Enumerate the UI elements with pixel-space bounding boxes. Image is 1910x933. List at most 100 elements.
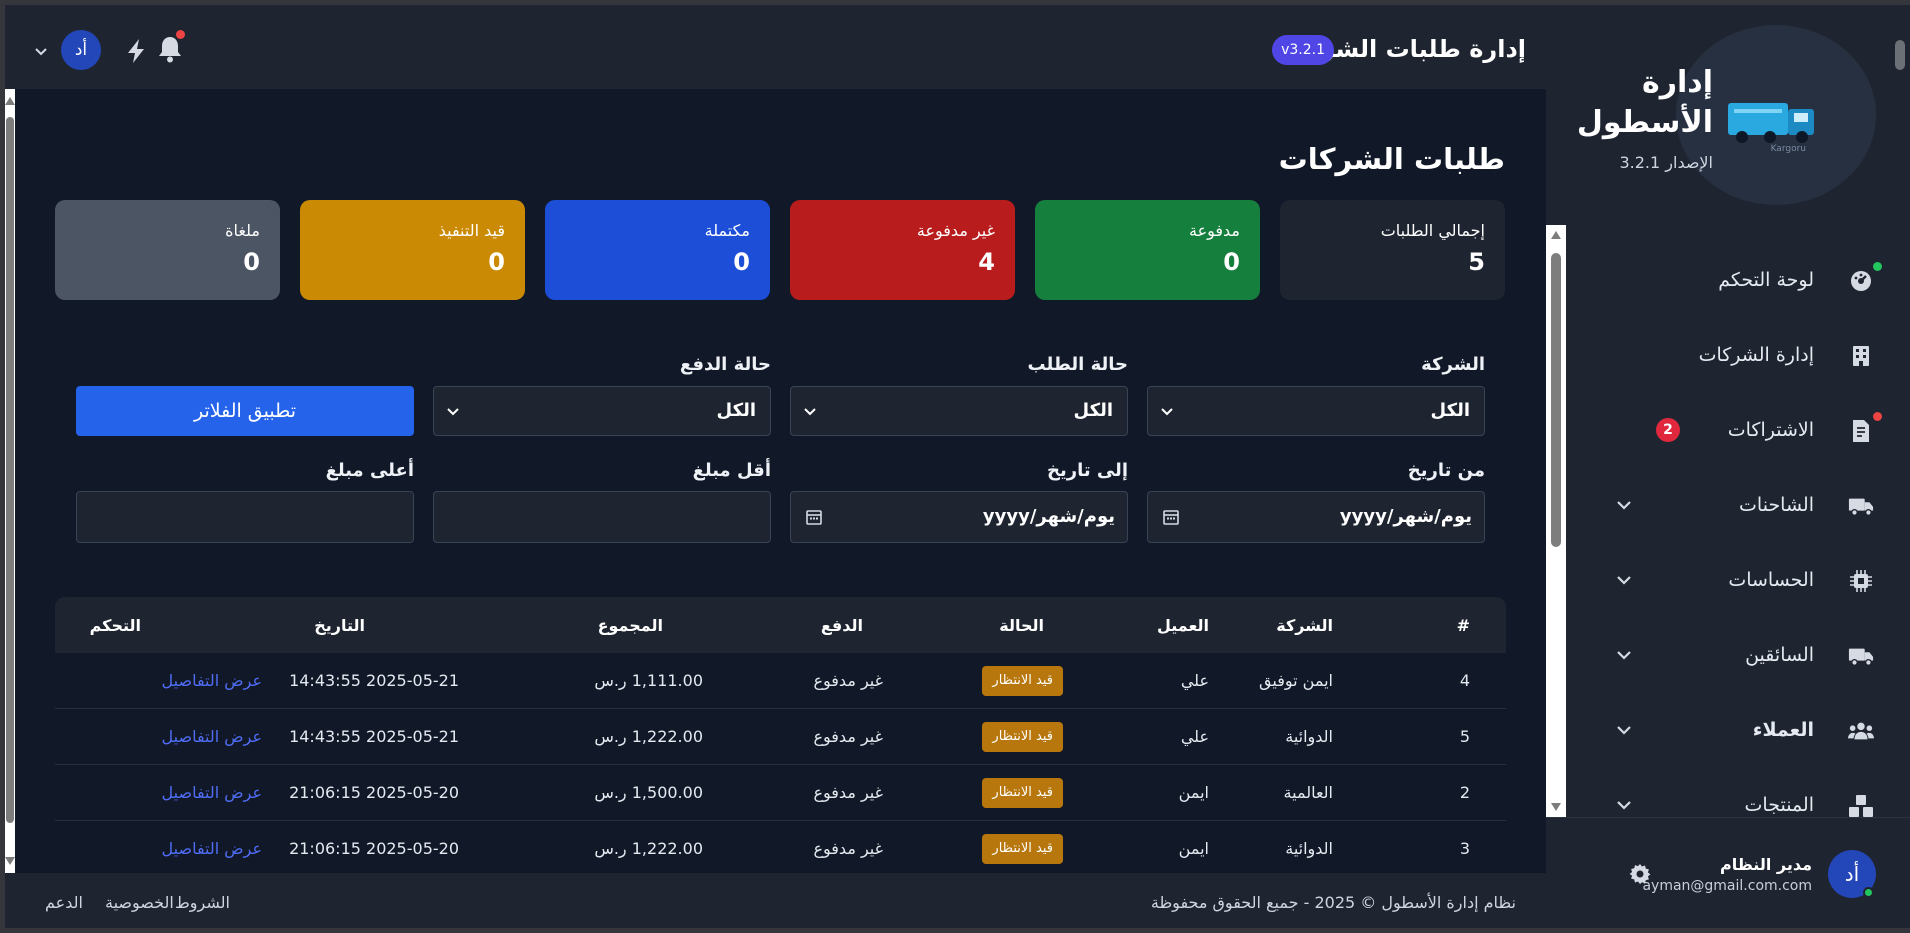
header-avatar[interactable]: أد <box>61 30 101 70</box>
notifications-bell-icon[interactable] <box>157 30 185 63</box>
sidebar-item-companies[interactable]: إدارة الشركات <box>1590 335 1890 375</box>
footer-link-privacy[interactable]: الخصوصية <box>105 893 174 912</box>
to-date-input[interactable]: يوم/شهر/yyyy <box>790 491 1128 543</box>
sidebar-nav: لوحة التحكم إدارة الشركات الاشتراكات 2 ا… <box>1546 225 1910 817</box>
version-badge: v3.2.1 <box>1272 35 1334 65</box>
max-amount-input[interactable] <box>76 491 414 543</box>
users-icon <box>1848 718 1874 744</box>
col-status: الحالة <box>999 616 1044 635</box>
status-badge: قيد الانتظار <box>982 666 1063 696</box>
status-dot <box>1873 262 1882 271</box>
company-select[interactable]: الكل <box>1147 386 1485 436</box>
gear-icon[interactable] <box>1628 862 1652 886</box>
window-scrollbar[interactable] <box>1895 40 1905 70</box>
view-details-link[interactable]: عرض التفاصيل <box>162 727 262 746</box>
sidebar-item-trucks[interactable]: الشاحنات <box>1590 485 1890 525</box>
chevron-down-icon <box>804 408 816 416</box>
sidebar-item-subscriptions[interactable]: الاشتراكات 2 <box>1590 410 1890 450</box>
order-status-select[interactable]: الكل <box>790 386 1128 436</box>
table-header: # الشركة العميل الحالة الدفع المجموع الت… <box>55 597 1506 653</box>
sidebar-brand: Kargoru إدارة الأسطول الإصدار 3.2.1 <box>1546 5 1910 225</box>
apply-filters-button[interactable]: تطبيق الفلاتر <box>76 386 414 436</box>
brand-title: إدارة الأسطول <box>1576 65 1713 140</box>
min-amount-input[interactable] <box>433 491 771 543</box>
view-details-link[interactable]: عرض التفاصيل <box>162 671 262 690</box>
chevron-down-icon[interactable] <box>1614 720 1634 740</box>
user-avatar[interactable]: أد <box>1828 850 1876 898</box>
status-badge: قيد الانتظار <box>982 722 1063 752</box>
sidebar-item-sensors[interactable]: الحساسات <box>1590 560 1890 600</box>
chevron-down-icon[interactable] <box>1614 570 1634 590</box>
sidebar-item-products[interactable]: المنتجات <box>1590 785 1890 817</box>
dashboard-icon <box>1848 268 1874 294</box>
sidebar-item-dashboard[interactable]: لوحة التحكم <box>1590 260 1890 300</box>
payment-status-select[interactable]: الكل <box>433 386 771 436</box>
col-client: العميل <box>1156 616 1209 635</box>
stat-card-total: إجمالي الطلبات 5 <box>1280 200 1505 300</box>
min-amount-label: أقل مبلغ <box>692 460 771 481</box>
col-payment: الدفع <box>820 616 863 635</box>
chevron-down-icon[interactable] <box>1614 645 1634 665</box>
brand-version: الإصدار 3.2.1 <box>1619 153 1713 172</box>
footer-link-support[interactable]: الدعم <box>45 893 83 912</box>
company-filter-label: الشركة <box>1421 354 1485 375</box>
order-status-label: حالة الطلب <box>1027 354 1128 375</box>
col-total: المجموع <box>597 616 663 635</box>
bolt-icon[interactable] <box>125 38 149 64</box>
view-details-link[interactable]: عرض التفاصيل <box>162 783 262 802</box>
main-scrollbar[interactable] <box>5 89 15 873</box>
stat-card-unpaid: غير مدفوعة 4 <box>790 200 1015 300</box>
stat-card-paid: مدفوعة 0 <box>1035 200 1260 300</box>
calendar-icon[interactable] <box>1162 508 1180 526</box>
chevron-down-icon[interactable] <box>1614 795 1634 815</box>
user-email: ayman@gmail.com.com <box>1642 878 1812 894</box>
chip-icon <box>1848 568 1874 594</box>
to-date-label: إلى تاريخ <box>1046 460 1128 481</box>
from-date-label: من تاريخ <box>1407 460 1485 481</box>
main-content: طلبات الشركات إجمالي الطلبات 5 مدفوعة 0 … <box>15 89 1546 877</box>
status-badge: قيد الانتظار <box>982 778 1063 808</box>
sidebar-scrollbar[interactable] <box>1546 225 1566 817</box>
max-amount-label: أعلى مبلغ <box>325 460 414 481</box>
footer-link-terms[interactable]: الشروط <box>175 893 230 912</box>
page-title: طلبات الشركات <box>1278 142 1505 176</box>
table-row: 3 الدوائية ايمن قيد الانتظار غير مدفوع 1… <box>55 821 1506 877</box>
stat-card-cancelled: ملغاة 0 <box>55 200 280 300</box>
notification-dot <box>1873 412 1882 421</box>
scroll-thumb[interactable] <box>6 117 14 823</box>
notification-dot <box>176 30 185 39</box>
stat-card-completed: مكتملة 0 <box>545 200 770 300</box>
payment-status-label: حالة الدفع <box>679 354 771 375</box>
view-details-link[interactable]: عرض التفاصيل <box>162 839 262 858</box>
footer: نظام إدارة الأسطول © 2025 - جميع الحقوق … <box>5 873 1546 928</box>
truck-icon <box>1848 493 1874 519</box>
chevron-down-icon[interactable] <box>33 43 49 59</box>
chevron-down-icon <box>447 408 459 416</box>
status-badge: قيد الانتظار <box>982 834 1063 864</box>
svg-text:Kargoru: Kargoru <box>1771 144 1806 153</box>
top-header: إدارة طلبات الشركات v3.2.1 أد <box>5 5 1546 89</box>
scroll-thumb[interactable] <box>1551 253 1561 547</box>
sidebar-item-drivers[interactable]: السائقين <box>1590 635 1890 675</box>
stat-card-in-progress: قيد التنفيذ 0 <box>300 200 525 300</box>
subscriptions-count-badge: 2 <box>1656 418 1680 442</box>
sidebar-item-clients[interactable]: العملاء <box>1590 710 1890 750</box>
table-row: 2 العالمية ايمن قيد الانتظار غير مدفوع 1… <box>55 765 1506 821</box>
truck-logo-icon[interactable]: Kargoru <box>1724 89 1836 154</box>
col-company: الشركة <box>1276 616 1333 635</box>
file-invoice-icon <box>1848 418 1874 444</box>
table-row: 4 ايمن توفيق علي قيد الانتظار غير مدفوع … <box>55 653 1506 709</box>
col-id: # <box>1456 616 1470 635</box>
copyright-text: نظام إدارة الأسطول © 2025 - جميع الحقوق … <box>1150 893 1516 912</box>
user-profile: أد مدير النظام ayman@gmail.com.com <box>1546 817 1910 928</box>
truck-icon <box>1848 643 1874 669</box>
building-icon <box>1848 343 1874 369</box>
online-status-dot <box>1863 887 1874 898</box>
col-actions: التحكم <box>89 616 141 635</box>
user-name: مدير النظام <box>1719 855 1812 874</box>
chevron-down-icon <box>1161 408 1173 416</box>
chevron-down-icon[interactable] <box>1614 495 1634 515</box>
from-date-input[interactable]: يوم/شهر/yyyy <box>1147 491 1485 543</box>
boxes-icon <box>1848 793 1874 817</box>
calendar-icon[interactable] <box>805 508 823 526</box>
